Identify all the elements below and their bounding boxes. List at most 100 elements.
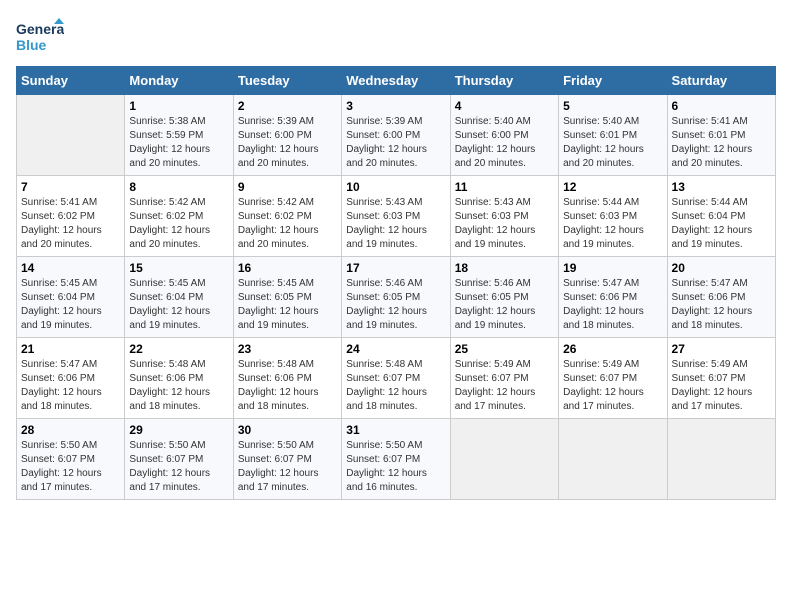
day-number: 6 xyxy=(672,99,771,113)
calendar-cell xyxy=(667,419,775,500)
day-number: 31 xyxy=(346,423,445,437)
day-info: Sunrise: 5:46 AM Sunset: 6:05 PM Dayligh… xyxy=(455,277,554,333)
calendar-cell: 3 Sunrise: 5:39 AM Sunset: 6:00 PM Daylig… xyxy=(342,95,450,176)
day-number: 27 xyxy=(672,342,771,356)
day-number: 17 xyxy=(346,261,445,275)
day-info: Sunrise: 5:48 AM Sunset: 6:06 PM Dayligh… xyxy=(129,358,228,414)
calendar-cell: 1 Sunrise: 5:38 AM Sunset: 5:59 PM Daylig… xyxy=(125,95,233,176)
calendar-cell: 25Sunrise: 5:49 AM Sunset: 6:07 PM Dayli… xyxy=(450,338,558,419)
day-info: Sunrise: 5:43 AM Sunset: 6:03 PM Dayligh… xyxy=(455,196,554,252)
weekday-header-sunday: Sunday xyxy=(17,67,125,95)
calendar-cell xyxy=(17,95,125,176)
day-info: Sunrise: 5:44 AM Sunset: 6:03 PM Dayligh… xyxy=(563,196,662,252)
day-info: Sunrise: 5:47 AM Sunset: 6:06 PM Dayligh… xyxy=(21,358,120,414)
calendar-cell: 18 Sunrise: 5:46 AM Sunset: 6:05 PM Dayli… xyxy=(450,257,558,338)
calendar-cell: 27 Sunrise: 5:49 AM Sunset: 6:07 PM Dayli… xyxy=(667,338,775,419)
day-info: Sunrise: 5:40 AM Sunset: 6:01 PM Dayligh… xyxy=(563,115,662,171)
day-info: Sunrise: 5:48 AM Sunset: 6:07 PM Dayligh… xyxy=(346,358,445,414)
calendar-cell: 4 Sunrise: 5:40 AM Sunset: 6:00 PM Daylig… xyxy=(450,95,558,176)
day-number: 15 xyxy=(129,261,228,275)
day-info: Sunrise: 5:42 AM Sunset: 6:02 PM Dayligh… xyxy=(129,196,228,252)
day-info: Sunrise: 5:50 AM Sunset: 6:07 PM Dayligh… xyxy=(346,439,445,495)
day-number: 26 xyxy=(563,342,662,356)
day-info: Sunrise: 5:39 AM Sunset: 6:00 PM Dayligh… xyxy=(346,115,445,171)
weekday-header-friday: Friday xyxy=(559,67,667,95)
calendar-cell: 5 Sunrise: 5:40 AM Sunset: 6:01 PM Daylig… xyxy=(559,95,667,176)
day-number: 12 xyxy=(563,180,662,194)
calendar-cell: 16 Sunrise: 5:45 AM Sunset: 6:05 PM Dayli… xyxy=(233,257,341,338)
calendar-cell: 17 Sunrise: 5:46 AM Sunset: 6:05 PM Dayli… xyxy=(342,257,450,338)
calendar-cell: 9 Sunrise: 5:42 AM Sunset: 6:02 PM Daylig… xyxy=(233,176,341,257)
day-number: 14 xyxy=(21,261,120,275)
day-info: Sunrise: 5:49 AM Sunset: 6:07 PM Dayligh… xyxy=(672,358,771,414)
weekday-header-monday: Monday xyxy=(125,67,233,95)
day-info: Sunrise: 5:49 AM Sunset: 6:07 PM Dayligh… xyxy=(455,358,554,414)
day-number: 20 xyxy=(672,261,771,275)
day-number: 23 xyxy=(238,342,337,356)
day-number: 21 xyxy=(21,342,120,356)
calendar-cell: 20 Sunrise: 5:47 AM Sunset: 6:06 PM Dayli… xyxy=(667,257,775,338)
calendar-week-4: 21 Sunrise: 5:47 AM Sunset: 6:06 PM Dayli… xyxy=(17,338,776,419)
day-info: Sunrise: 5:50 AM Sunset: 6:07 PM Dayligh… xyxy=(129,439,228,495)
calendar-cell: 6 Sunrise: 5:41 AM Sunset: 6:01 PM Daylig… xyxy=(667,95,775,176)
weekday-header-tuesday: Tuesday xyxy=(233,67,341,95)
day-info: Sunrise: 5:49 AM Sunset: 6:07 PM Dayligh… xyxy=(563,358,662,414)
calendar-cell xyxy=(450,419,558,500)
calendar-cell: 23 Sunrise: 5:48 AM Sunset: 6:06 PM Dayli… xyxy=(233,338,341,419)
day-number: 30 xyxy=(238,423,337,437)
day-number: 19 xyxy=(563,261,662,275)
day-info: Sunrise: 5:48 AM Sunset: 6:06 PM Dayligh… xyxy=(238,358,337,414)
day-info: Sunrise: 5:42 AM Sunset: 6:02 PM Dayligh… xyxy=(238,196,337,252)
day-number: 29 xyxy=(129,423,228,437)
day-number: 3 xyxy=(346,99,445,113)
calendar-cell: 28Sunrise: 5:50 AM Sunset: 6:07 PM Dayli… xyxy=(17,419,125,500)
day-number: 16 xyxy=(238,261,337,275)
calendar-cell: 13Sunrise: 5:44 AM Sunset: 6:04 PM Dayli… xyxy=(667,176,775,257)
day-info: Sunrise: 5:39 AM Sunset: 6:00 PM Dayligh… xyxy=(238,115,337,171)
day-info: Sunrise: 5:41 AM Sunset: 6:01 PM Dayligh… xyxy=(672,115,771,171)
weekday-header-saturday: Saturday xyxy=(667,67,775,95)
weekday-header-thursday: Thursday xyxy=(450,67,558,95)
day-info: Sunrise: 5:44 AM Sunset: 6:04 PM Dayligh… xyxy=(672,196,771,252)
calendar-cell xyxy=(559,419,667,500)
day-info: Sunrise: 5:43 AM Sunset: 6:03 PM Dayligh… xyxy=(346,196,445,252)
day-info: Sunrise: 5:45 AM Sunset: 6:05 PM Dayligh… xyxy=(238,277,337,333)
day-info: Sunrise: 5:46 AM Sunset: 6:05 PM Dayligh… xyxy=(346,277,445,333)
calendar-cell: 21 Sunrise: 5:47 AM Sunset: 6:06 PM Dayli… xyxy=(17,338,125,419)
day-info: Sunrise: 5:38 AM Sunset: 5:59 PM Dayligh… xyxy=(129,115,228,171)
calendar-cell: 8Sunrise: 5:42 AM Sunset: 6:02 PM Daylig… xyxy=(125,176,233,257)
day-number: 5 xyxy=(563,99,662,113)
day-number: 2 xyxy=(238,99,337,113)
day-info: Sunrise: 5:45 AM Sunset: 6:04 PM Dayligh… xyxy=(21,277,120,333)
calendar-week-5: 28 Sunrise: 5:50 AM Sunset: 6:07 PM Dayli… xyxy=(17,419,776,500)
calendar-cell: 30Sunrise: 5:50 AM Sunset: 6:07 PM Dayli… xyxy=(233,419,341,500)
day-number: 10 xyxy=(346,180,445,194)
calendar-cell: 26 Sunrise: 5:49 AM Sunset: 6:07 PM Dayli… xyxy=(559,338,667,419)
weekday-header-wednesday: Wednesday xyxy=(342,67,450,95)
calendar-cell: 15Sunrise: 5:45 AM Sunset: 6:04 PM Dayli… xyxy=(125,257,233,338)
day-info: Sunrise: 5:47 AM Sunset: 6:06 PM Dayligh… xyxy=(563,277,662,333)
calendar-cell: 29 Sunrise: 5:50 AM Sunset: 6:07 PM Dayli… xyxy=(125,419,233,500)
calendar-week-2: 7Sunrise: 5:41 AM Sunset: 6:02 PM Daylig… xyxy=(17,176,776,257)
day-info: Sunrise: 5:41 AM Sunset: 6:02 PM Dayligh… xyxy=(21,196,120,252)
calendar-week-1: 1 Sunrise: 5:38 AM Sunset: 5:59 PM Daylig… xyxy=(17,95,776,176)
calendar-cell: 12 Sunrise: 5:44 AM Sunset: 6:03 PM Dayli… xyxy=(559,176,667,257)
calendar-table: SundayMondayTuesdayWednesdayThursdayFrid… xyxy=(16,66,776,500)
day-info: Sunrise: 5:40 AM Sunset: 6:00 PM Dayligh… xyxy=(455,115,554,171)
calendar-cell: 11Sunrise: 5:43 AM Sunset: 6:03 PM Dayli… xyxy=(450,176,558,257)
day-number: 18 xyxy=(455,261,554,275)
svg-text:Blue: Blue xyxy=(16,37,47,53)
calendar-cell: 24 Sunrise: 5:48 AM Sunset: 6:07 PM Dayli… xyxy=(342,338,450,419)
calendar-cell: 7Sunrise: 5:41 AM Sunset: 6:02 PM Daylig… xyxy=(17,176,125,257)
day-number: 1 xyxy=(129,99,228,113)
day-number: 24 xyxy=(346,342,445,356)
day-number: 9 xyxy=(238,180,337,194)
day-number: 28 xyxy=(21,423,120,437)
calendar-cell: 31 Sunrise: 5:50 AM Sunset: 6:07 PM Dayli… xyxy=(342,419,450,500)
calendar-week-3: 14 Sunrise: 5:45 AM Sunset: 6:04 PM Dayli… xyxy=(17,257,776,338)
day-info: Sunrise: 5:47 AM Sunset: 6:06 PM Dayligh… xyxy=(672,277,771,333)
day-number: 4 xyxy=(455,99,554,113)
logo: General Blue xyxy=(16,16,68,56)
day-number: 22 xyxy=(129,342,228,356)
page-header: General Blue xyxy=(16,16,776,56)
